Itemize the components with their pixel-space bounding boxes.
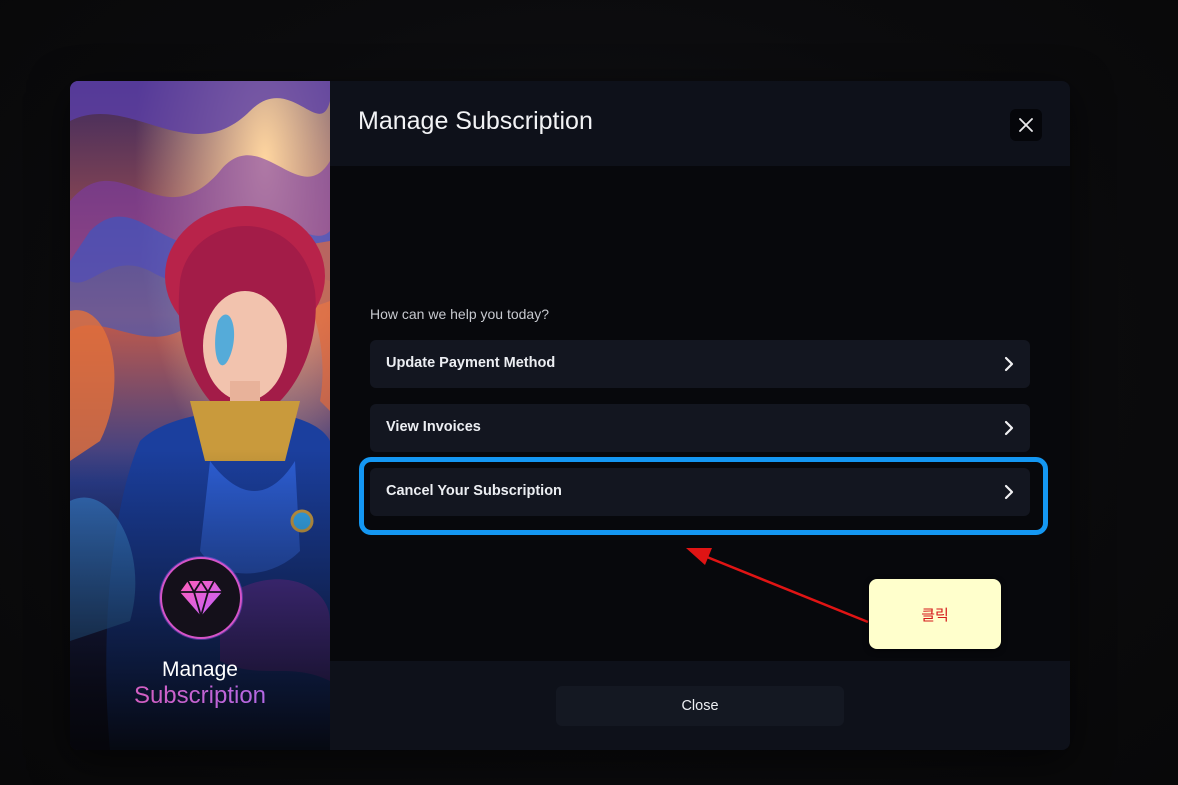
annotation-arrow	[686, 548, 869, 624]
annotation-note: 클릭	[869, 579, 1001, 649]
